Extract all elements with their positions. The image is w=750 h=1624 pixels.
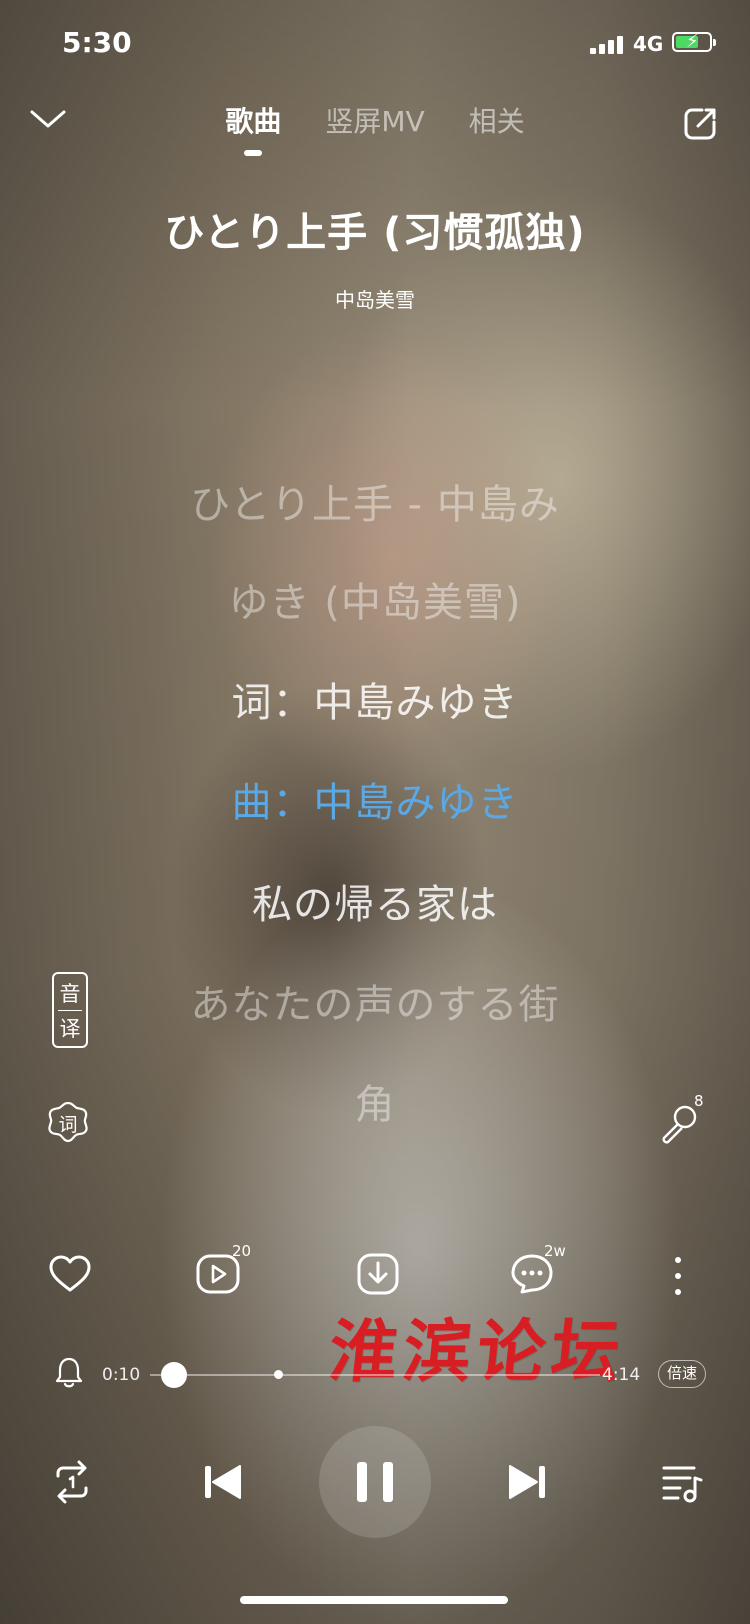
transliteration-translation-button[interactable]: 音 译 <box>52 972 88 1048</box>
yin-label: 音 <box>59 981 81 1006</box>
artist-name[interactable]: 中岛美雪 <box>0 284 750 313</box>
tab-song[interactable]: 歌曲 <box>225 100 282 156</box>
tab-song-label: 歌曲 <box>225 105 282 138</box>
watermark-text: 淮滨论坛 <box>325 1312 630 1392</box>
karaoke-count-badge: 8 <box>694 1092 704 1110</box>
total-time: 4:14 <box>602 1365 641 1385</box>
lyric-line[interactable]: 角 <box>0 1072 750 1130</box>
share-icon[interactable] <box>682 106 718 142</box>
tab-related[interactable]: 相关 <box>469 100 525 140</box>
home-indicator <box>240 1596 508 1604</box>
skip-next-icon[interactable] <box>502 1456 554 1508</box>
comment-button[interactable]: 2w <box>508 1242 578 1300</box>
network-type: 4G <box>633 32 664 56</box>
pause-icon <box>357 1462 393 1502</box>
more-vertical-icon[interactable] <box>668 1254 688 1298</box>
signal-icon <box>590 34 626 54</box>
status-time: 5:30 <box>62 26 132 59</box>
progress-track[interactable] <box>150 1374 600 1376</box>
song-title: ひとり上手 (习惯孤独) <box>164 210 586 256</box>
lyric-line[interactable]: ゆき (中岛美雪) <box>0 570 750 628</box>
lyric-line[interactable]: 词：中島みゆき <box>0 670 750 728</box>
chorus-marker <box>274 1370 283 1379</box>
bell-icon[interactable] <box>54 1356 84 1388</box>
tab-vertical-mv[interactable]: 竖屏MV <box>325 100 424 140</box>
lyrics-style-button[interactable]: 词 <box>46 1100 90 1144</box>
active-tab-indicator <box>244 150 263 156</box>
lyric-line[interactable]: あなたの声のする街 <box>0 972 750 1030</box>
battery-icon: ⚡ <box>672 31 716 52</box>
repeat-one-icon[interactable] <box>46 1456 98 1508</box>
pause-button[interactable] <box>319 1426 431 1538</box>
playback-speed-button[interactable]: 倍速 <box>658 1360 706 1388</box>
mv-button[interactable]: 20 <box>194 1242 254 1300</box>
playlist-icon[interactable] <box>656 1456 708 1508</box>
tab-related-label: 相关 <box>468 105 525 138</box>
lyric-line[interactable]: 私の帰る家は <box>0 872 750 930</box>
tab-bar: 歌曲 竖屏MV 相关 <box>0 100 750 156</box>
ci-label: 词 <box>58 1114 78 1136</box>
elapsed-time: 0:10 <box>102 1365 141 1385</box>
progress-thumb[interactable] <box>161 1362 187 1388</box>
lyric-line[interactable]: ひとり上手 - 中島み <box>0 472 750 530</box>
yi-label: 译 <box>59 1016 81 1041</box>
heart-icon[interactable] <box>46 1250 94 1298</box>
skip-previous-icon[interactable] <box>196 1456 248 1508</box>
karaoke-button[interactable]: 8 <box>658 1092 706 1144</box>
tab-vertical-mv-label: 竖屏MV <box>325 105 425 138</box>
download-icon[interactable] <box>354 1250 402 1298</box>
lyric-line-current[interactable]: 曲：中島みゆき <box>0 770 750 828</box>
comment-count-badge: 2w <box>544 1242 566 1260</box>
mv-count-badge: 20 <box>232 1242 252 1260</box>
